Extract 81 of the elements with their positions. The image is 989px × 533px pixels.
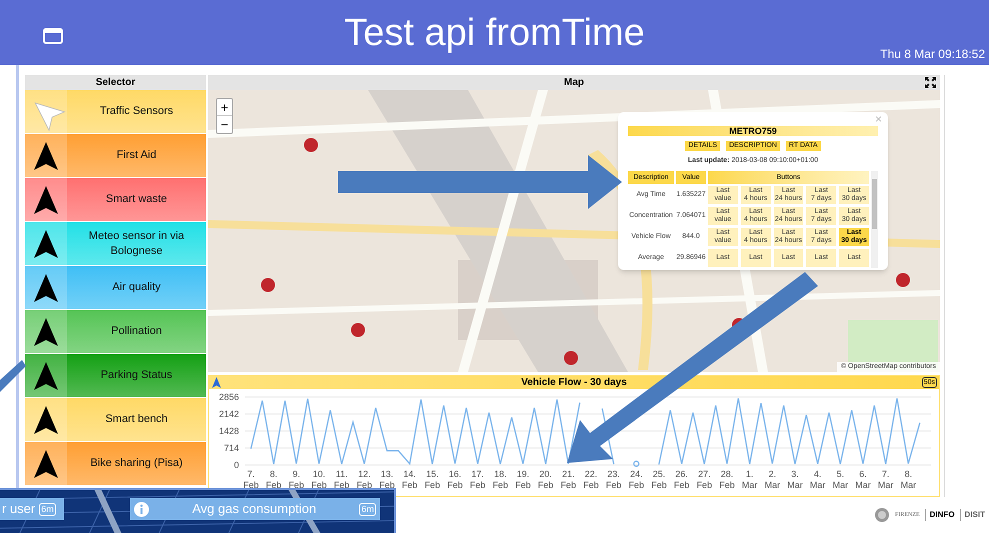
axis-tick-label: 28. Feb (719, 469, 735, 490)
selector-item[interactable]: Traffic Sensors (25, 90, 206, 134)
axis-tick-label: 7. Mar (878, 469, 894, 490)
selector-label: First Aid (116, 148, 158, 163)
selector-item[interactable]: First Aid (25, 134, 206, 178)
axis-tick-label: 10. Feb (311, 469, 327, 490)
axis-tick-label: 2142 (218, 409, 239, 419)
axis-tick-label: 27. Feb (696, 469, 712, 490)
axis-tick-label: 25. Feb (651, 469, 667, 490)
axis-tick-label: 2856 (218, 392, 239, 402)
axis-tick-label: 0 (234, 460, 239, 470)
info-icon (134, 502, 149, 516)
selector-item[interactable]: Smart waste (25, 178, 206, 222)
refresh-badge: 6m (39, 502, 56, 516)
navigation-arrow-icon (33, 184, 59, 214)
axis-tick-label: 1. Mar (742, 469, 758, 490)
map-title: Map (564, 76, 584, 90)
date-time: Thu 8 Mar 09:18:52 (880, 46, 985, 63)
selector-label: Smart waste (104, 192, 168, 207)
selector-item[interactable]: Pollination (25, 310, 206, 354)
axis-tick-label: 20. Feb (538, 469, 554, 490)
axis-tick-label: 14. Feb (402, 469, 418, 490)
axis-tick-label: 1428 (218, 426, 239, 436)
axis-tick-label: 22. Feb (583, 469, 599, 490)
arrow-line (0, 360, 26, 392)
axis-tick-label: 13. Feb (379, 469, 395, 490)
navigation-arrow-icon (33, 228, 59, 258)
window-icon[interactable] (43, 28, 63, 44)
axis-tick-label: 15. Feb (424, 469, 440, 490)
chart-title: Vehicle Flow - 30 days (521, 376, 627, 390)
logo-text: DISIT (960, 509, 985, 521)
axis-tick-label: 18. Feb (492, 469, 508, 490)
selector-label: Bike sharing (Pisa) (89, 456, 184, 471)
selector-label: Pollination (110, 324, 163, 339)
axis-tick-label: 7. Feb (243, 469, 259, 490)
axis-tick-label: 26. Feb (674, 469, 690, 490)
navigation-arrow-icon (33, 448, 59, 478)
selector-label: Air quality (111, 280, 162, 295)
axis-tick-label: 12. Feb (356, 469, 372, 490)
axis-tick-label: 16. Feb (447, 469, 463, 490)
axis-tick-label: 24. Feb (628, 469, 644, 490)
axis-tick-label: 3. Mar (787, 469, 803, 490)
axis-tick-label: 8. Mar (900, 469, 916, 490)
widget-title: Avg gas consumption (191, 500, 318, 518)
axis-tick-label: 23. Feb (606, 469, 622, 490)
selector-header: Selector (25, 75, 206, 90)
navigation-arrow-icon (33, 360, 59, 390)
axis-tick-label: 5. Mar (832, 469, 848, 490)
navigation-arrow-icon (212, 377, 221, 388)
axis-tick-label: 714 (224, 443, 239, 453)
axis-tick-label: 2. Mar (764, 469, 780, 490)
university-seal-icon (874, 507, 890, 523)
axis-tick-label: 6. Mar (855, 469, 871, 490)
page-title: Test api fromTime (344, 14, 645, 52)
selector-label: Smart bench (104, 412, 169, 427)
axis-tick-label: 8. Feb (266, 469, 282, 490)
selector-item[interactable]: Meteo sensor in via Bolognese (25, 222, 206, 266)
navigation-arrow-icon (33, 404, 59, 434)
selector-item[interactable]: Bike sharing (Pisa) (25, 442, 206, 486)
axis-tick-label: 21. Feb (560, 469, 576, 490)
axis-tick-label: 9. Feb (288, 469, 304, 490)
fullscreen-icon[interactable] (925, 77, 936, 88)
logo-text: DINFO (924, 509, 955, 521)
selector-label: Parking Status (100, 368, 174, 383)
zoom-out-button[interactable]: − (217, 116, 232, 133)
axis-tick-label: 4. Mar (810, 469, 826, 490)
selector-label: Traffic Sensors (98, 104, 174, 119)
navigation-arrow-icon (33, 272, 59, 302)
selector-label: Meteo sensor in via Bolognese (88, 228, 186, 258)
widget-title: r user (2, 500, 36, 518)
navigation-arrow-icon (33, 140, 59, 170)
zoom-in-button[interactable]: + (217, 99, 232, 116)
axis-tick-label: 11. Feb (334, 469, 350, 490)
popup-title: METRO759 (628, 126, 878, 136)
navigation-arrow-icon (33, 316, 59, 346)
selector-item[interactable]: Parking Status (25, 354, 206, 398)
axis-tick-label: 17. Feb (470, 469, 486, 490)
axis-tick-label: 19. Feb (515, 469, 531, 490)
refresh-badge: 6m (359, 502, 376, 516)
selector-item[interactable]: Smart bench (25, 398, 206, 442)
selector-item[interactable]: Air quality (25, 266, 206, 310)
